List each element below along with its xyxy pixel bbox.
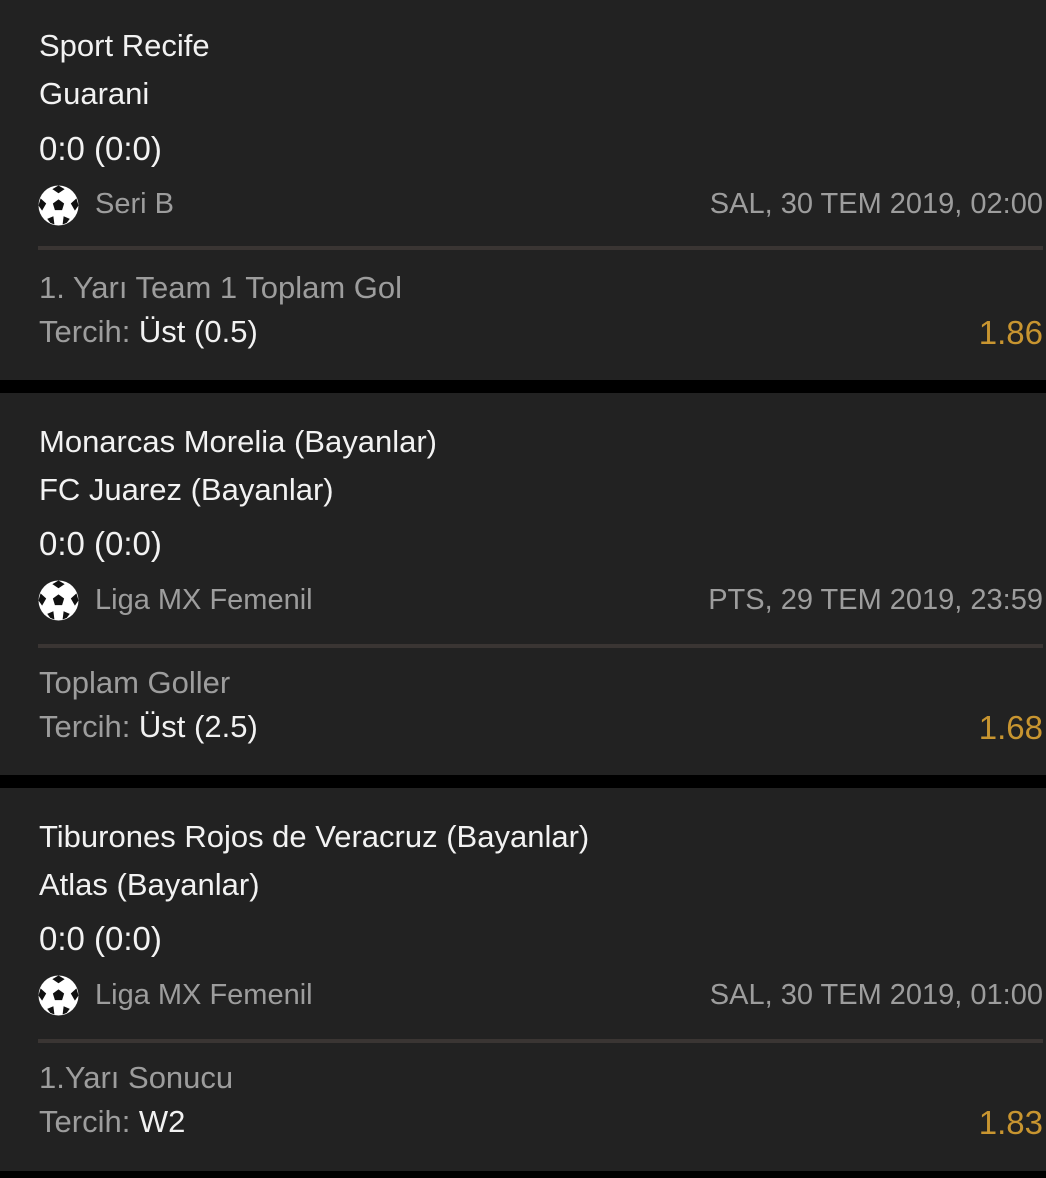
- home-team-name: Monarcas Morelia (Bayanlar): [39, 424, 437, 459]
- pick-row: Tercih: Üst (2.5): [39, 709, 258, 745]
- match-score: 0:0 (0:0): [39, 920, 162, 957]
- away-team-name: FC Juarez (Bayanlar): [39, 472, 334, 507]
- odds-value: 1.83: [978, 1104, 1043, 1141]
- league-name: Seri B: [95, 188, 174, 220]
- odds-value: 1.86: [978, 314, 1043, 351]
- league-name: Liga MX Femenil: [95, 584, 313, 616]
- pick-value: W2: [138, 1104, 186, 1139]
- match-datetime: PTS, 29 TEM 2019, 23:59: [708, 584, 1043, 616]
- pick-label: Tercih:: [39, 709, 139, 744]
- soccer-ball-icon: [38, 975, 79, 1016]
- market-name: 1. Yarı Team 1 Toplam Gol: [39, 270, 403, 305]
- home-team-name: Sport Recife: [39, 28, 210, 63]
- match-datetime: SAL, 30 TEM 2019, 02:00: [709, 188, 1043, 220]
- bet-card[interactable]: Tiburones Rojos de Veracruz (Bayanlar) A…: [0, 788, 1046, 1171]
- divider: [38, 246, 1043, 250]
- bet-card[interactable]: Sport Recife Guarani 0:0 (0:0) Seri B SA…: [0, 0, 1046, 380]
- market-name: Toplam Goller: [39, 665, 231, 700]
- bet-card[interactable]: Monarcas Morelia (Bayanlar) FC Juarez (B…: [0, 393, 1046, 775]
- away-team-name: Guarani: [39, 76, 150, 111]
- market-name: 1.Yarı Sonucu: [39, 1060, 234, 1095]
- pick-row: Tercih: Üst (0.5): [39, 314, 258, 350]
- soccer-ball-icon: [38, 580, 79, 621]
- odds-value: 1.68: [978, 709, 1043, 746]
- pick-row: Tercih: W2: [39, 1104, 185, 1140]
- soccer-ball-icon: [38, 185, 79, 226]
- match-score: 0:0 (0:0): [39, 525, 162, 562]
- match-score: 0:0 (0:0): [39, 130, 162, 167]
- home-team-name: Tiburones Rojos de Veracruz (Bayanlar): [39, 819, 590, 854]
- pick-value: Üst (0.5): [138, 314, 258, 349]
- match-datetime: SAL, 30 TEM 2019, 01:00: [709, 979, 1043, 1011]
- away-team-name: Atlas (Bayanlar): [39, 867, 260, 902]
- pick-label: Tercih:: [39, 314, 139, 349]
- divider: [38, 1039, 1043, 1043]
- pick-label: Tercih:: [39, 1104, 139, 1139]
- pick-value: Üst (2.5): [138, 709, 258, 744]
- league-name: Liga MX Femenil: [95, 979, 313, 1011]
- divider: [38, 644, 1043, 648]
